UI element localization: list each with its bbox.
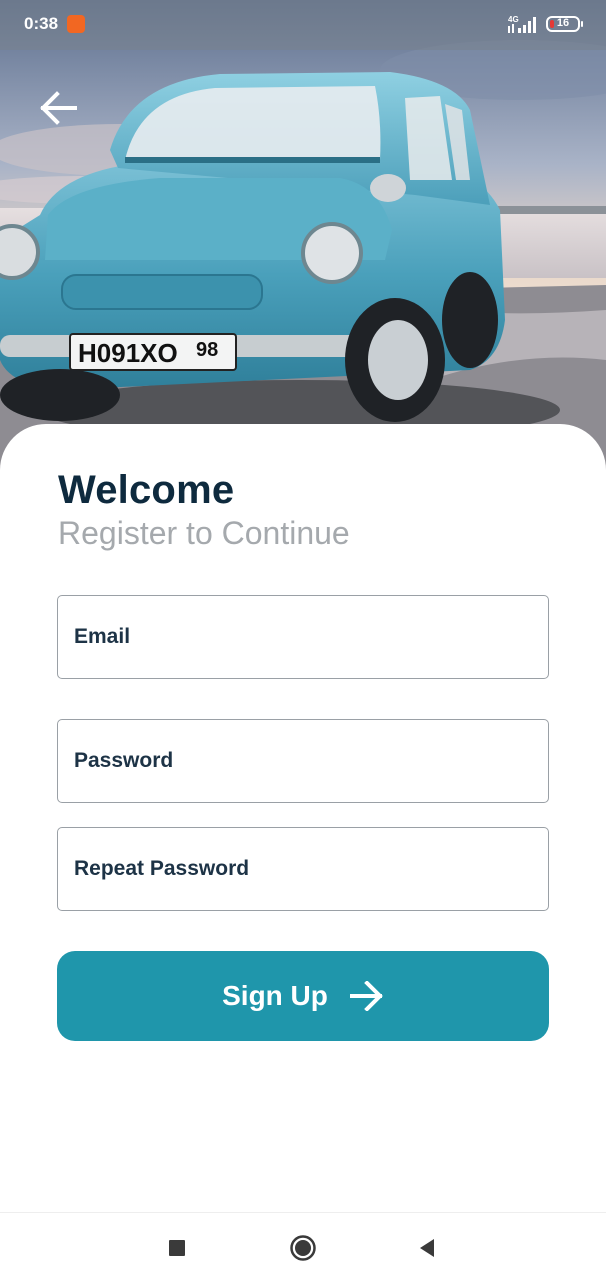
hero-car-image: H091XO 98 [0, 0, 606, 470]
repeat-password-field[interactable] [57, 827, 549, 911]
circle-icon [290, 1235, 316, 1261]
battery-icon: 16 [546, 16, 583, 32]
network-type-label: 4G [508, 15, 519, 24]
nav-back-button[interactable] [412, 1233, 442, 1263]
status-bar: 0:38 4G 16 [0, 0, 606, 50]
signup-button[interactable]: Sign Up [57, 951, 549, 1041]
email-field[interactable] [57, 595, 549, 679]
square-icon [169, 1240, 185, 1256]
arrow-left-icon [40, 91, 77, 125]
navigation-bar [0, 1212, 606, 1281]
status-time: 0:38 [24, 14, 59, 33]
password-input[interactable] [74, 720, 534, 802]
email-input[interactable] [74, 596, 534, 678]
svg-text:98: 98 [196, 339, 218, 361]
arrow-right-icon [349, 981, 383, 1011]
signal-icon: 4G [508, 14, 538, 34]
triangle-back-icon [420, 1239, 434, 1257]
recents-button[interactable] [162, 1233, 192, 1263]
page-subtitle: Register to Continue [58, 515, 350, 551]
notification-icon [67, 15, 85, 33]
home-button[interactable] [288, 1233, 318, 1263]
battery-level-text: 16 [556, 17, 570, 29]
repeat-password-input[interactable] [74, 828, 534, 910]
back-button[interactable] [36, 86, 80, 130]
page-title: Welcome [58, 468, 235, 512]
svg-text:H091XO: H091XO [78, 338, 178, 368]
password-field[interactable] [57, 719, 549, 803]
signup-label: Sign Up [222, 980, 328, 1011]
